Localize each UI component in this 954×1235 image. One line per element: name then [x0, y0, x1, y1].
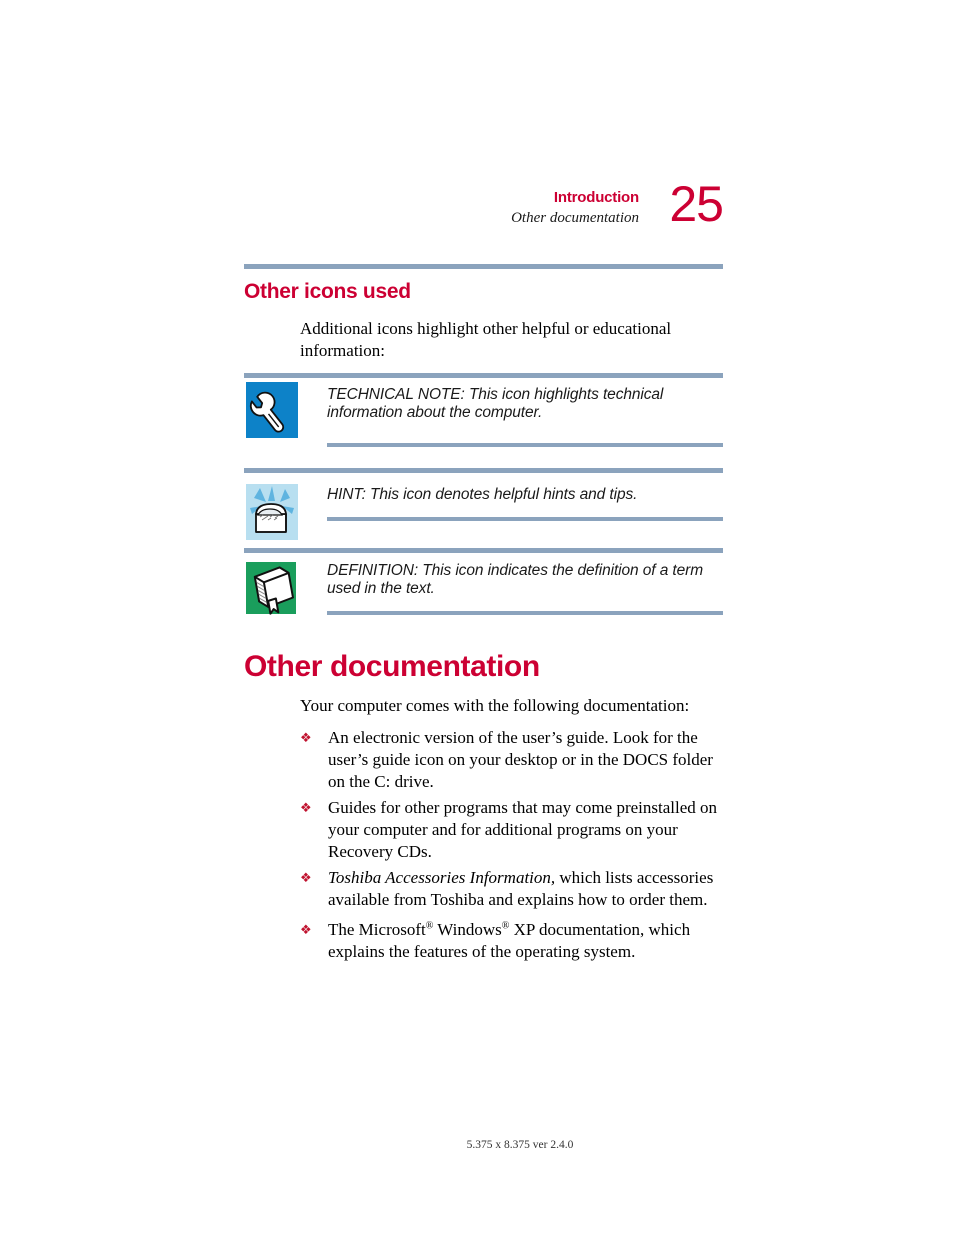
bullet-diamond-icon: ❖ — [300, 871, 312, 886]
list-item-title-italic: Toshiba Accessories Information, — [328, 868, 556, 887]
paragraph-docs-intro: Your computer comes with the following d… — [300, 696, 690, 715]
note-rule-top-hint — [244, 468, 723, 473]
running-header: Introduction Other documentation 25 — [244, 179, 724, 250]
note-rule-bottom-technical — [327, 443, 723, 447]
note-rule-bottom-hint — [327, 517, 723, 521]
list-item: ❖ An electronic version of the user’s gu… — [300, 727, 730, 793]
list-item-text: Guides for other programs that may come … — [328, 798, 717, 861]
list-item-text: Toshiba Accessories Information, which l… — [328, 867, 730, 911]
list-item-text: An electronic version of the user’s guid… — [328, 728, 713, 791]
footer-text: 5.375 x 8.375 ver 2.4.0 — [466, 1139, 574, 1151]
book-icon — [244, 560, 300, 616]
list-item: ❖ Toshiba Accessories Information, which… — [300, 867, 730, 911]
heading-other-documentation: Other documentation — [244, 650, 540, 683]
heading-other-icons-used: Other icons used — [244, 280, 411, 303]
list-item-text-part2: Windows — [433, 920, 502, 939]
header-section-title: Other documentation — [511, 210, 639, 226]
running-header-text: Introduction Other documentation — [309, 188, 639, 229]
page-number: 25 — [669, 176, 724, 232]
note-text-definition: DEFINITION: This icon indicates the defi… — [327, 562, 704, 597]
note-text-technical-note: TECHNICAL NOTE: This icon highlights tec… — [327, 386, 664, 421]
note-box-hint: HINT: This icon denotes helpful hints an… — [244, 484, 723, 546]
section-rule-top — [244, 264, 723, 269]
list-item-text-part1: The Microsoft — [328, 920, 426, 939]
note-box-technical-note: TECHNICAL NOTE: This icon highlights tec… — [244, 382, 723, 448]
paragraph-icons-intro: Additional icons highlight other helpful… — [300, 319, 672, 360]
note-rule-top-definition — [244, 548, 723, 553]
document-page: Introduction Other documentation 25 Othe… — [0, 0, 954, 1235]
note-rule-bottom-definition — [327, 611, 723, 615]
list-item: ❖ Guides for other programs that may com… — [300, 797, 730, 863]
list-item: ❖ The Microsoft® Windows® XP documentati… — [300, 919, 730, 963]
note-text-hint: HINT: This icon denotes helpful hints an… — [327, 486, 638, 503]
treasure-chest-icon — [244, 484, 300, 540]
list-item-text: The Microsoft® Windows® XP documentation… — [328, 919, 730, 963]
wrench-icon — [244, 382, 300, 438]
header-chapter-title: Introduction — [553, 189, 639, 206]
note-rule-top-technical — [244, 373, 723, 378]
bullet-diamond-icon: ❖ — [300, 731, 312, 746]
bullet-diamond-icon: ❖ — [300, 801, 312, 816]
page-footer: 5.375 x 8.375 ver 2.4.0 — [0, 1139, 954, 1151]
bullet-diamond-icon: ❖ — [300, 923, 312, 938]
